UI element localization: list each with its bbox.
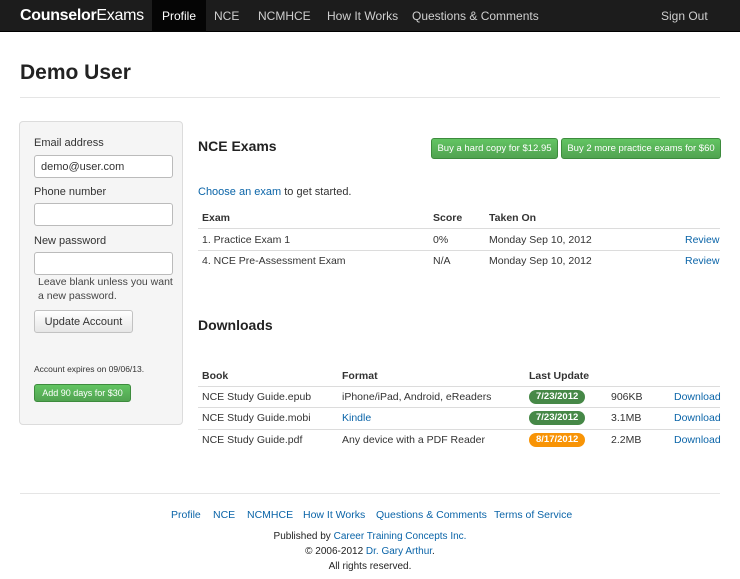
review-link[interactable]: Review <box>685 234 719 246</box>
table-divider <box>198 386 720 387</box>
exam-date: Monday Sep 10, 2012 <box>489 255 592 267</box>
nav-nce[interactable]: NCE <box>204 0 249 32</box>
author-suffix: . <box>432 546 435 557</box>
top-navbar: CounselorExams Profile NCE NCMHCE How It… <box>0 0 740 32</box>
col-book: Book <box>202 370 229 382</box>
downloads-title: Downloads <box>198 317 273 333</box>
download-link[interactable]: Download <box>674 391 721 403</box>
row-divider <box>198 407 720 408</box>
book-name: NCE Study Guide.epub <box>202 391 312 403</box>
row-divider <box>198 250 720 251</box>
phone-field[interactable] <box>34 203 173 226</box>
download-link[interactable]: Download <box>674 434 721 446</box>
exam-date: Monday Sep 10, 2012 <box>489 234 592 246</box>
footer-published: Published by Career Training Concepts In… <box>0 531 740 542</box>
password-label: New password <box>34 235 107 247</box>
book-format: Any device with a PDF Reader <box>342 434 485 446</box>
exam-score: N/A <box>433 255 451 267</box>
col-format: Format <box>342 370 378 382</box>
kindle-format-link[interactable]: Kindle <box>342 412 371 424</box>
exam-name: 1. Practice Exam 1 <box>202 234 291 246</box>
exams-intro: Choose an exam to get started. <box>198 186 352 198</box>
password-help-text: Leave blank unless you want a new passwo… <box>38 276 173 302</box>
book-format: iPhone/iPad, Android, eReaders <box>342 391 492 403</box>
email-field[interactable] <box>34 155 173 178</box>
downloads-table: Book Format Last Update NCE Study Guide.… <box>198 366 721 454</box>
buy-hard-copy-button[interactable]: Buy a hard copy for $12.95 <box>431 138 558 159</box>
page-title: Demo User <box>20 61 131 84</box>
exam-score: 0% <box>433 234 449 246</box>
phone-label: Phone number <box>34 186 107 198</box>
file-size: 906KB <box>611 391 643 403</box>
nav-how-it-works[interactable]: How It Works <box>317 0 408 32</box>
row-divider <box>198 429 720 430</box>
update-date-badge: 8/17/2012 <box>529 433 586 447</box>
brand-light: Exams <box>96 7 144 24</box>
col-last-update: Last Update <box>529 370 590 382</box>
review-link[interactable]: Review <box>685 255 719 267</box>
col-score: Score <box>433 212 463 224</box>
footer-link-profile[interactable]: Profile <box>171 509 201 521</box>
exams-title: NCE Exams <box>198 138 277 154</box>
col-exam: Exam <box>202 212 231 224</box>
email-label: Email address <box>34 137 104 149</box>
exam-name: 4. NCE Pre-Assessment Exam <box>202 255 346 267</box>
footer-link-questions[interactable]: Questions & Comments <box>376 509 487 521</box>
published-prefix: Published by <box>273 531 334 542</box>
footer-link-ncmhce[interactable]: NCMHCE <box>247 509 293 521</box>
password-field[interactable] <box>34 252 173 275</box>
intro-rest: to get started. <box>281 186 352 198</box>
brand-bold: Counselor <box>20 7 97 24</box>
table-divider <box>198 228 720 229</box>
update-account-button[interactable]: Update Account <box>34 310 133 333</box>
update-date-badge: 7/23/2012 <box>529 390 586 404</box>
col-taken-on: Taken On <box>489 212 537 224</box>
footer-link-nce[interactable]: NCE <box>213 509 235 521</box>
copyright-prefix: © 2006-2012 <box>305 546 366 557</box>
footer-rights: All rights reserved. <box>328 561 412 572</box>
download-link[interactable]: Download <box>674 412 721 424</box>
buy-more-exams-button[interactable]: Buy 2 more practice exams for $60 <box>561 138 721 159</box>
footer-link-terms[interactable]: Terms of Service <box>494 509 572 521</box>
file-size: 3.1MB <box>611 412 642 424</box>
book-name: NCE Study Guide.mobi <box>202 412 311 424</box>
publisher-link[interactable]: Career Training Concepts Inc. <box>334 531 467 542</box>
nav-sign-out[interactable]: Sign Out <box>651 0 718 32</box>
footer-link-how-it-works[interactable]: How It Works <box>303 509 365 521</box>
book-name: NCE Study Guide.pdf <box>202 434 303 446</box>
exams-table: Exam Score Taken On 1. Practice Exam 1 0… <box>198 208 720 274</box>
nav-ncmhce[interactable]: NCMHCE <box>248 0 321 32</box>
header-divider <box>20 97 720 98</box>
footer-copyright: © 2006-2012 Dr. Gary Arthur. <box>0 546 740 557</box>
choose-exam-link[interactable]: Choose an exam <box>198 186 281 198</box>
add-days-button[interactable]: Add 90 days for $30 <box>34 384 131 402</box>
footer-divider <box>20 493 720 494</box>
brand-logo[interactable]: CounselorExams <box>20 7 144 25</box>
nav-questions-comments[interactable]: Questions & Comments <box>402 0 549 32</box>
account-expiry-text: Account expires on 09/06/13. <box>34 364 145 374</box>
nav-profile[interactable]: Profile <box>152 0 207 32</box>
file-size: 2.2MB <box>611 434 642 446</box>
update-date-badge: 7/23/2012 <box>529 411 586 425</box>
account-sidebar: Email address Phone number New password … <box>19 121 183 425</box>
author-link[interactable]: Dr. Gary Arthur <box>366 546 432 557</box>
